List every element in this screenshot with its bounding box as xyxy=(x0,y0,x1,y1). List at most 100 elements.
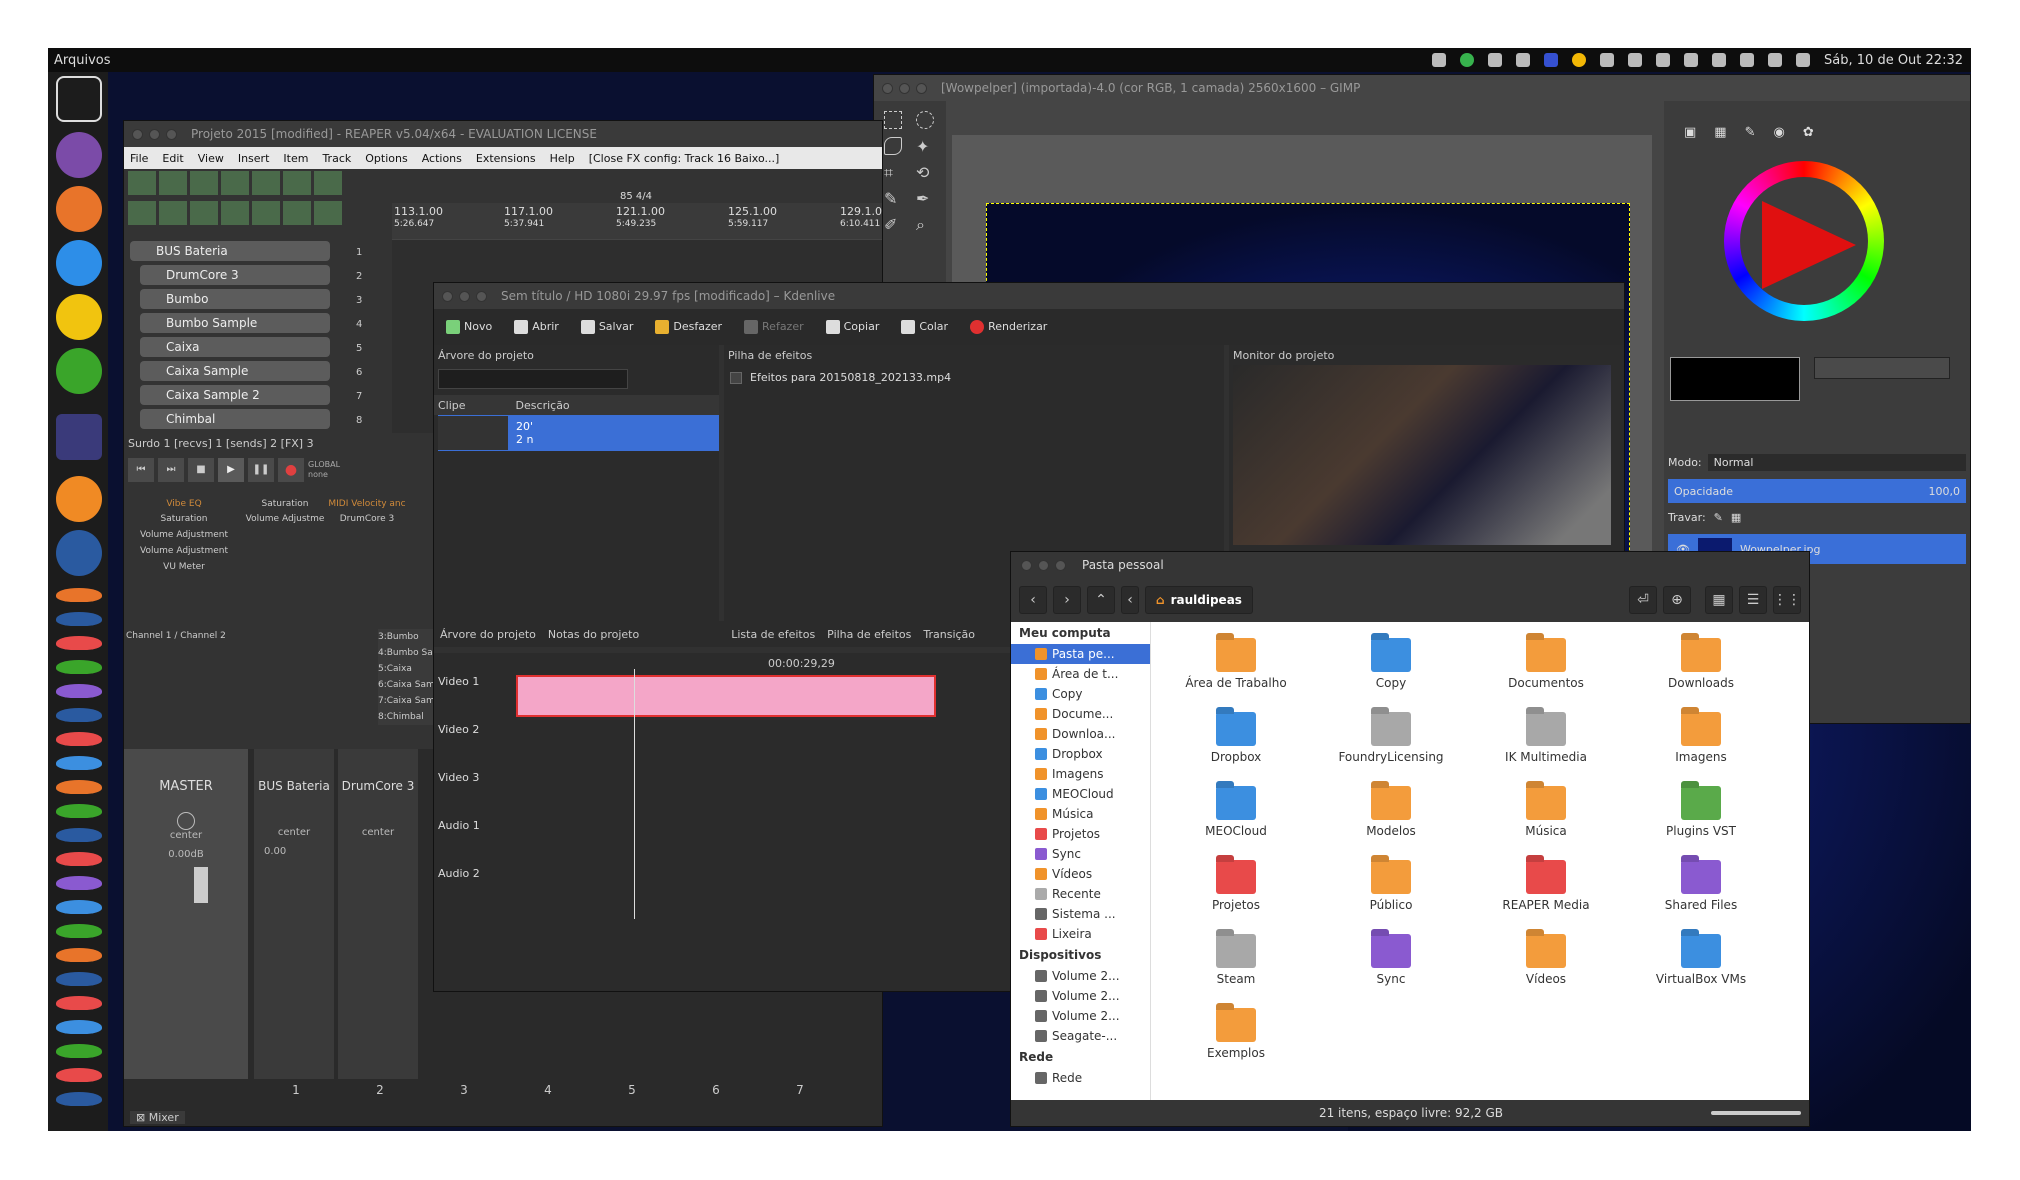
col-desc[interactable]: Descrição xyxy=(516,399,570,412)
timeline-ruler[interactable]: 85 4/4 113.1.00 117.1.00 121.1.00 125.1.… xyxy=(392,191,882,239)
tab-effect-stack[interactable]: Pilha de efeitos xyxy=(821,628,917,641)
tab-project-notes[interactable]: Notas do projeto xyxy=(542,628,645,641)
save-button[interactable]: Salvar xyxy=(580,320,633,334)
master-fader[interactable] xyxy=(194,867,208,903)
fg-bg-icon[interactable]: ▣ xyxy=(1684,125,1696,140)
sync-icon[interactable] xyxy=(1684,53,1699,67)
close-icon[interactable] xyxy=(1021,559,1032,571)
menu-file[interactable]: File xyxy=(130,152,148,165)
sidebar-item[interactable]: Pasta pe... xyxy=(1011,644,1150,664)
fg-color-swatch[interactable] xyxy=(1670,357,1800,401)
gimp-launcher-icon[interactable] xyxy=(56,476,102,522)
sidebar-item[interactable]: Sync xyxy=(1011,844,1150,864)
folder-item[interactable]: Sync xyxy=(1316,928,1466,998)
crop-icon[interactable]: ⌗ xyxy=(884,163,902,182)
reaper-titlebar[interactable]: Projeto 2015 [modified] - REAPER v5.04/x… xyxy=(124,121,882,147)
track-header[interactable]: DrumCore 3 xyxy=(140,265,330,285)
app-menu-label[interactable]: Arquivos xyxy=(54,53,111,68)
sidebar-device[interactable]: Volume 2... xyxy=(1011,1006,1150,1026)
folder-item[interactable]: Vídeos xyxy=(1471,928,1621,998)
sidebar-item[interactable]: Sistema ... xyxy=(1011,904,1150,924)
folder-item[interactable]: Exemplos xyxy=(1161,1002,1311,1072)
toolbar-btn-icon[interactable] xyxy=(190,200,218,225)
folder-item[interactable]: Modelos xyxy=(1316,780,1466,850)
toolbar-btn-icon[interactable] xyxy=(252,200,280,225)
clip-row[interactable]: 20' 2 n xyxy=(438,415,719,451)
fx-slot[interactable]: Saturation xyxy=(124,511,244,527)
pen-icon[interactable]: ✒ xyxy=(916,189,934,208)
pause-button[interactable]: ❚❚ xyxy=(248,458,274,482)
menu-options[interactable]: Options xyxy=(365,152,407,165)
path-left-button[interactable]: ‹ xyxy=(1121,586,1139,614)
toolbar-btn-icon[interactable] xyxy=(252,171,280,195)
sidebar-item[interactable]: Downloa... xyxy=(1011,724,1150,744)
menu-view[interactable]: View xyxy=(198,152,224,165)
folder-item[interactable]: Documentos xyxy=(1471,632,1621,702)
network-icon[interactable] xyxy=(1432,53,1447,67)
reaper-tray-icon[interactable] xyxy=(1544,53,1559,67)
telegram-icon[interactable] xyxy=(1516,53,1531,67)
folder-item[interactable]: Dropbox xyxy=(1161,706,1311,776)
clock[interactable]: Sáb, 10 de Out 22:32 xyxy=(1824,53,1963,68)
sidebar-section-computer[interactable]: Meu computa xyxy=(1011,622,1150,644)
track-header[interactable]: Chimbal xyxy=(140,409,330,429)
maximize-icon[interactable] xyxy=(1055,559,1066,571)
open-button[interactable]: Abrir xyxy=(514,320,559,334)
tab-transition[interactable]: Transição xyxy=(917,628,981,641)
minimize-icon[interactable] xyxy=(149,128,160,140)
folder-item[interactable]: Público xyxy=(1316,854,1466,924)
copy-button[interactable]: Copiar xyxy=(825,320,879,334)
mode-select[interactable]: Normal xyxy=(1707,453,1966,471)
stop-button[interactable]: ■ xyxy=(188,458,214,482)
sidebar-network[interactable]: Rede xyxy=(1011,1068,1150,1088)
menu-item[interactable]: Item xyxy=(283,152,308,165)
track-header[interactable]: Caixa Sample 2 xyxy=(140,385,330,405)
folder-item[interactable]: Música xyxy=(1471,780,1621,850)
track-header[interactable]: Bumbo Sample xyxy=(140,313,330,333)
brush-icon[interactable]: ✎ xyxy=(1745,125,1756,140)
kdenlive-launcher-icon[interactable] xyxy=(56,414,102,460)
sidebar-item[interactable]: Lixeira xyxy=(1011,924,1150,944)
share-tray-icon[interactable] xyxy=(1572,53,1587,67)
toolbar-btn-icon[interactable] xyxy=(190,171,218,195)
play-button[interactable]: ▶ xyxy=(218,458,244,482)
clip-icon[interactable] xyxy=(1712,53,1727,67)
menu-actions[interactable]: Actions xyxy=(422,152,462,165)
dropbox-icon[interactable] xyxy=(1600,53,1615,67)
folder-item[interactable]: REAPER Media xyxy=(1471,854,1621,924)
sidebar-item[interactable]: Música xyxy=(1011,804,1150,824)
paintbrush-icon[interactable]: ✎ xyxy=(884,189,902,208)
list-view-button[interactable]: ☰ xyxy=(1739,586,1767,614)
help-icon[interactable] xyxy=(1656,53,1671,67)
menu-edit[interactable]: Edit xyxy=(162,152,183,165)
messenger-icon[interactable] xyxy=(56,240,102,286)
minimize-icon[interactable] xyxy=(899,82,910,94)
toolbar-btn-icon[interactable] xyxy=(128,200,156,225)
toolbar-btn-icon[interactable] xyxy=(221,200,249,225)
menu-track[interactable]: Track xyxy=(322,152,351,165)
lock-alpha-icon[interactable]: ▦ xyxy=(1731,511,1741,524)
sidebar-device[interactable]: Seagate-... xyxy=(1011,1026,1150,1046)
col-clip[interactable]: Clipe xyxy=(438,399,466,412)
location-toggle-icon[interactable]: ⊕ xyxy=(1663,586,1691,614)
folder-item[interactable]: Área de Trabalho xyxy=(1161,632,1311,702)
zoom-slider[interactable] xyxy=(1711,1111,1801,1115)
minimize-icon[interactable] xyxy=(459,290,470,302)
spotify-icon[interactable] xyxy=(1460,53,1475,67)
toolbar-btn-icon[interactable] xyxy=(314,171,342,195)
location-button[interactable]: ⌂ rauldipeas xyxy=(1145,586,1253,614)
folder-item[interactable]: MEOCloud xyxy=(1161,780,1311,850)
palette-icon[interactable]: ✿ xyxy=(1803,125,1814,140)
cpu-icon[interactable] xyxy=(1740,53,1755,67)
folder-item[interactable]: VirtualBox VMs xyxy=(1626,928,1776,998)
menu-help[interactable]: Help xyxy=(550,152,575,165)
sidebar-device[interactable]: Volume 2... xyxy=(1011,966,1150,986)
sidebar-item[interactable]: Copy xyxy=(1011,684,1150,704)
folder-item[interactable]: Plugins VST xyxy=(1626,780,1776,850)
menu-insert[interactable]: Insert xyxy=(238,152,270,165)
fm-titlebar[interactable]: Pasta pessoal xyxy=(1011,552,1809,578)
sidebar-item[interactable]: Recente xyxy=(1011,884,1150,904)
color-triangle[interactable] xyxy=(1762,201,1856,289)
folder-item[interactable]: Downloads xyxy=(1626,632,1776,702)
folder-item[interactable]: Projetos xyxy=(1161,854,1311,924)
